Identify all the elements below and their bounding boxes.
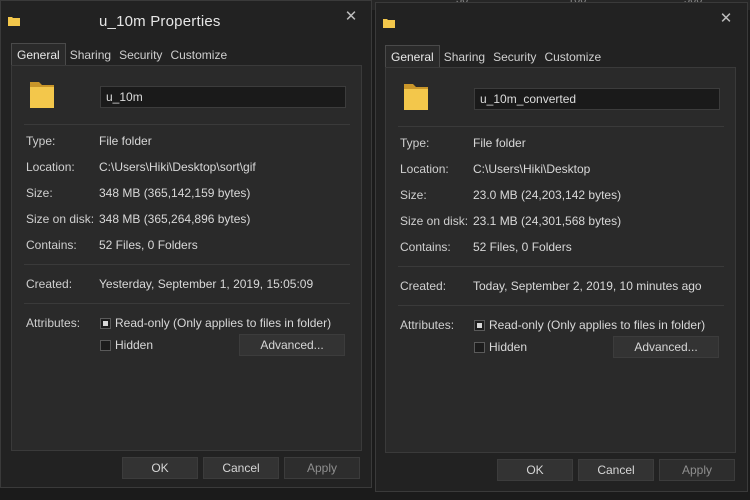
folder-icon: [8, 17, 20, 26]
window-title: u_10m Properties: [99, 13, 221, 30]
advanced-button[interactable]: Advanced...: [613, 336, 719, 358]
tab-sharing[interactable]: Sharing: [66, 45, 115, 65]
location-label: Location:: [26, 160, 75, 174]
created-label: Created:: [400, 279, 447, 293]
close-button[interactable]: ✕: [716, 9, 736, 29]
location-value: C:\Users\Hiki\Desktop\sort\gif: [99, 160, 256, 174]
ok-button[interactable]: OK: [497, 459, 573, 481]
attributes-label: Attributes:: [400, 318, 455, 332]
folder-icon: [30, 82, 54, 108]
location-value: C:\Users\Hiki\Desktop: [473, 162, 591, 176]
divider: [398, 126, 724, 127]
divider: [398, 266, 724, 267]
hidden-label: Hidden: [489, 340, 528, 354]
size-on-disk-label: Size on disk:: [26, 212, 95, 226]
close-icon: ✕: [719, 10, 733, 27]
type-value: File folder: [99, 134, 152, 148]
general-panel: u_10m Type: File folder Location: C:\Use…: [11, 65, 362, 451]
size-value: 348 MB (365,142,159 bytes): [99, 186, 251, 200]
cancel-button[interactable]: Cancel: [578, 459, 654, 481]
apply-button[interactable]: Apply: [284, 457, 360, 479]
tab-sharing[interactable]: Sharing: [440, 47, 489, 67]
contains-value: 52 Files, 0 Folders: [473, 240, 572, 254]
size-on-disk-label: Size on disk:: [400, 214, 469, 228]
type-value: File folder: [473, 136, 526, 150]
properties-window-u10m-converted: ✕ General Sharing Security Customize u_1…: [375, 2, 748, 492]
tab-customize[interactable]: Customize: [166, 45, 231, 65]
contains-value: 52 Files, 0 Folders: [99, 238, 198, 252]
tab-customize[interactable]: Customize: [540, 47, 605, 67]
title-bar[interactable]: u_10m Properties ✕: [1, 1, 371, 39]
hidden-checkbox[interactable]: [100, 340, 111, 351]
close-icon: ✕: [344, 8, 358, 25]
size-label: Size:: [26, 186, 53, 200]
divider: [398, 305, 724, 306]
hidden-checkbox[interactable]: [474, 342, 485, 353]
contains-label: Contains:: [26, 238, 77, 252]
general-panel: u_10m_converted Type: File folder Locati…: [385, 67, 736, 453]
tab-security[interactable]: Security: [489, 47, 540, 67]
readonly-label: Read-only (Only applies to files in fold…: [115, 316, 332, 330]
size-on-disk-value: 348 MB (365,264,896 bytes): [99, 212, 251, 226]
folder-name-input[interactable]: u_10m_converted: [474, 88, 720, 110]
advanced-button[interactable]: Advanced...: [239, 334, 345, 356]
created-value: Today, September 2, 2019, 10 minutes ago: [473, 279, 702, 293]
tab-security[interactable]: Security: [115, 45, 166, 65]
ok-button[interactable]: OK: [122, 457, 198, 479]
type-label: Type:: [26, 134, 56, 148]
tab-general[interactable]: General: [385, 45, 440, 68]
tab-general[interactable]: General: [11, 43, 66, 66]
properties-window-u10m: u_10m Properties ✕ General Sharing Secur…: [0, 0, 372, 488]
close-button[interactable]: ✕: [341, 7, 361, 27]
contains-label: Contains:: [400, 240, 451, 254]
folder-name-input[interactable]: u_10m: [100, 86, 346, 108]
size-label: Size:: [400, 188, 427, 202]
created-label: Created:: [26, 277, 73, 291]
readonly-checkbox[interactable]: [474, 320, 485, 331]
tab-bar: General Sharing Security Customize: [11, 43, 231, 67]
location-label: Location:: [400, 162, 449, 176]
divider: [24, 264, 350, 265]
tab-bar: General Sharing Security Customize: [385, 45, 605, 69]
divider: [24, 303, 350, 304]
readonly-checkbox[interactable]: [100, 318, 111, 329]
attributes-label: Attributes:: [26, 316, 81, 330]
hidden-label: Hidden: [115, 338, 154, 352]
created-value: Yesterday, September 1, 2019, 15:05:09: [99, 277, 314, 291]
type-label: Type:: [400, 136, 430, 150]
size-value: 23.0 MB (24,203,142 bytes): [473, 188, 622, 202]
cancel-button[interactable]: Cancel: [203, 457, 279, 479]
title-bar[interactable]: ✕: [376, 3, 747, 41]
folder-icon: [404, 84, 428, 110]
size-on-disk-value: 23.1 MB (24,301,568 bytes): [473, 214, 622, 228]
apply-button[interactable]: Apply: [659, 459, 735, 481]
divider: [24, 124, 350, 125]
readonly-label: Read-only (Only applies to files in fold…: [489, 318, 706, 332]
folder-icon: [383, 19, 395, 28]
